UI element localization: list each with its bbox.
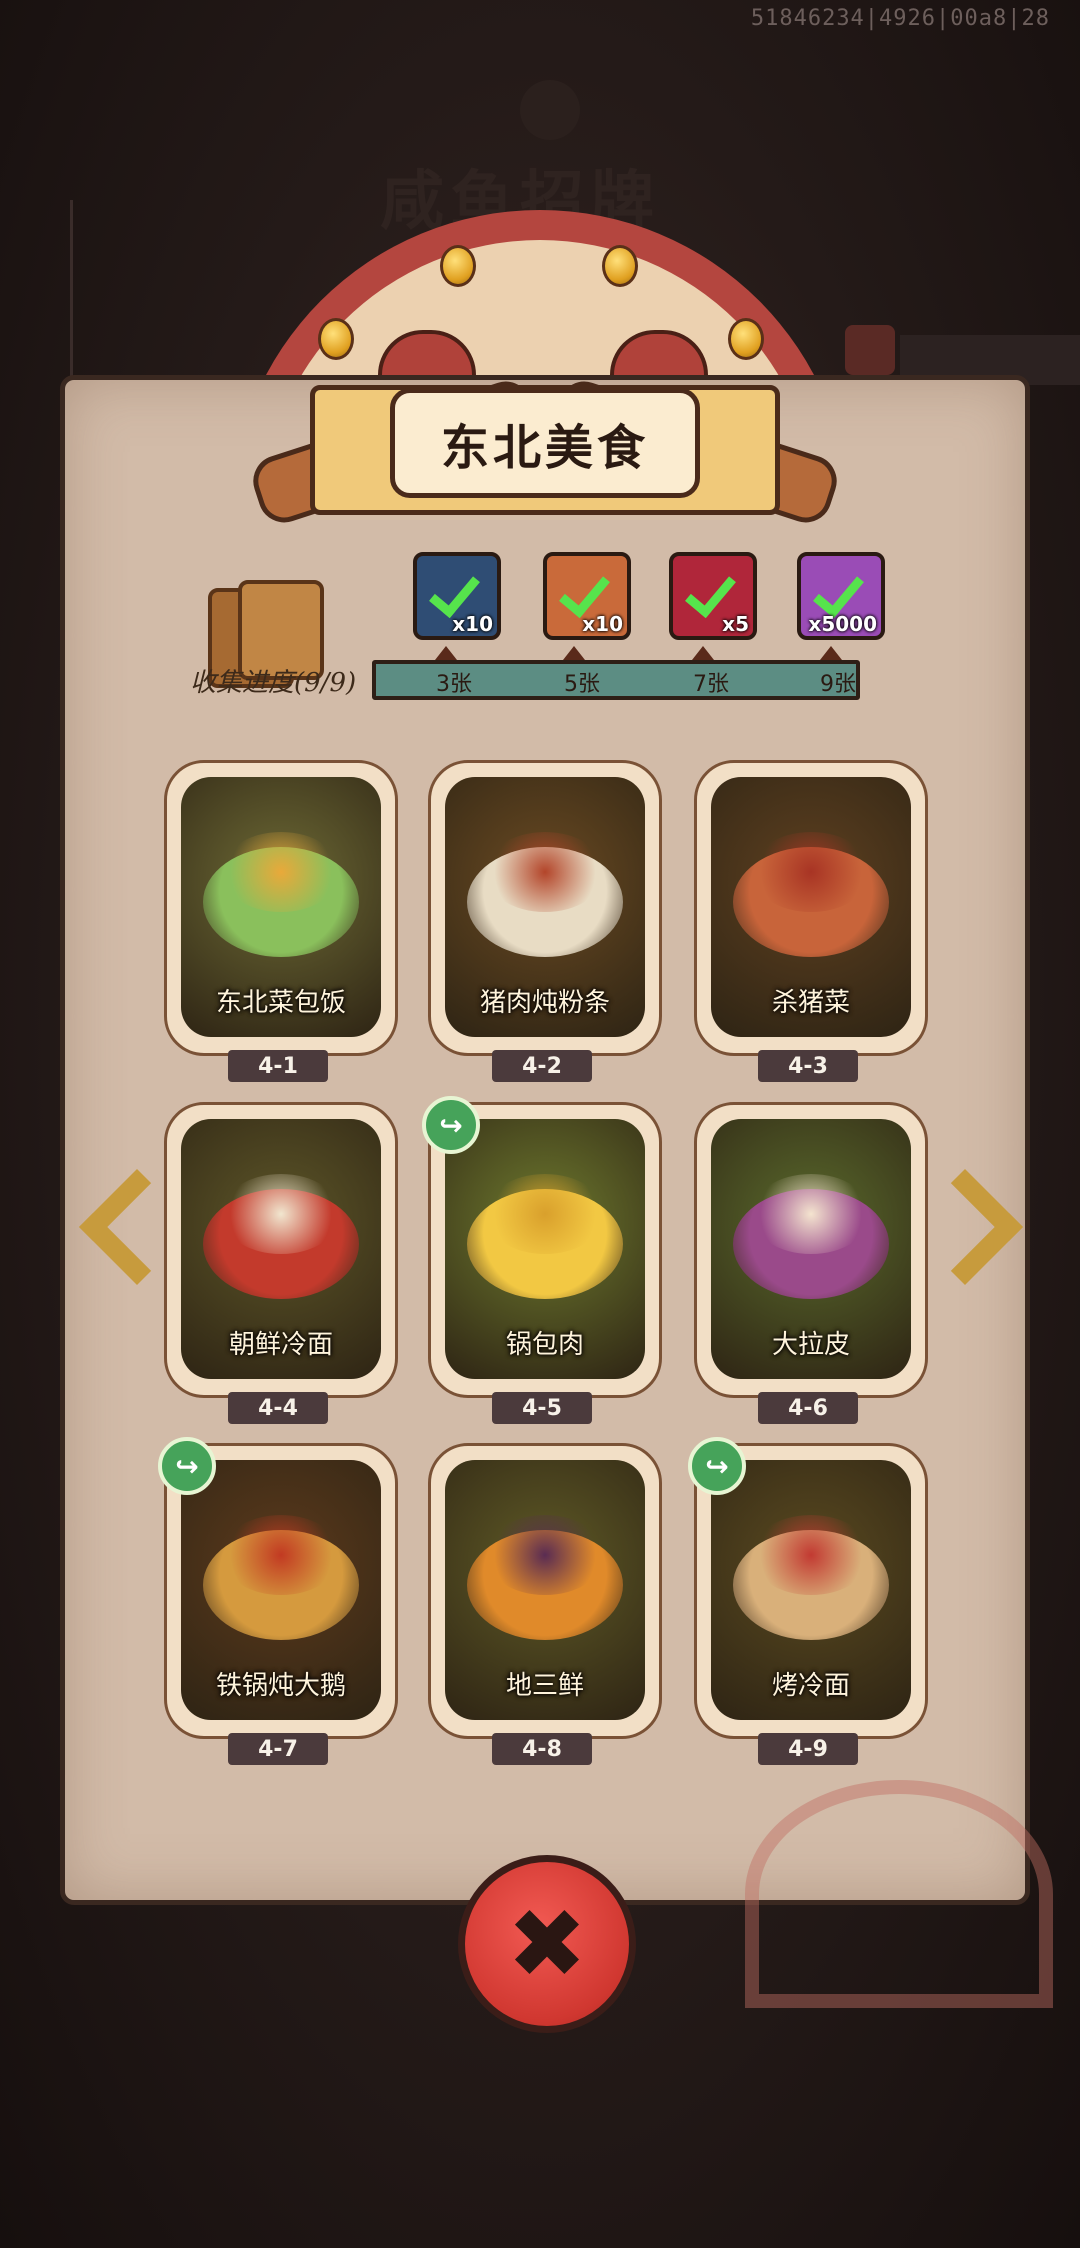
dish-image: 铁锅炖大鹅 (181, 1460, 381, 1720)
dish-topping (221, 832, 341, 912)
dish-topping (221, 1174, 341, 1254)
share-button[interactable]: ↪ (158, 1437, 216, 1495)
dish-card[interactable]: 地三鲜 (428, 1443, 662, 1739)
dish-name: 铁锅炖大鹅 (215, 1671, 346, 1701)
reward-slot[interactable]: x5000 (797, 552, 885, 640)
dish-card[interactable]: 东北菜包饭 (164, 760, 398, 1056)
dish-name: 大拉皮 (771, 1330, 850, 1360)
dish-name: 朝鲜冷面 (228, 1330, 333, 1360)
dish-image: 东北菜包饭 (181, 777, 381, 1037)
share-button[interactable]: ↪ (688, 1437, 746, 1495)
dish-code-label: 4-6 (758, 1392, 858, 1424)
background-badge (520, 80, 580, 140)
dish-topping (751, 1515, 871, 1595)
dish-name: 杀猪菜 (771, 988, 850, 1018)
dish-code-label: 4-9 (758, 1733, 858, 1765)
wheel-stud (318, 318, 354, 360)
dish-image: 杀猪菜 (711, 777, 911, 1037)
milestone-label: 5张 (564, 672, 600, 697)
dish-topping (751, 1174, 871, 1254)
title-plate: 东北美食 (390, 388, 700, 498)
milestone-label: 9张 (820, 672, 856, 697)
reward-slot[interactable]: x5 (669, 552, 757, 640)
dish-name: 东北菜包饭 (215, 988, 346, 1018)
wheel-stud (728, 318, 764, 360)
milestone-marker (692, 646, 714, 660)
prev-page-button[interactable] (72, 1168, 195, 1285)
reward-count: x10 (452, 612, 493, 636)
dish-card[interactable]: 朝鲜冷面 (164, 1102, 398, 1398)
dish-topping (485, 1174, 605, 1254)
milestone-label: 3张 (436, 672, 472, 697)
reward-slot[interactable]: x10 (543, 552, 631, 640)
dish-code-label: 4-5 (492, 1392, 592, 1424)
reward-count: x5 (722, 612, 749, 636)
milestone-marker (435, 646, 457, 660)
dish-card[interactable]: 大拉皮 (694, 1102, 928, 1398)
reward-slot[interactable]: x10 (413, 552, 501, 640)
dish-topping (221, 1515, 341, 1595)
dish-name: 锅包肉 (505, 1330, 584, 1360)
dish-code-label: 4-4 (228, 1392, 328, 1424)
dish-image: 烤冷面 (711, 1460, 911, 1720)
dish-image: 朝鲜冷面 (181, 1119, 381, 1379)
wheel-stud (440, 245, 476, 287)
reward-count: x5000 (808, 612, 877, 636)
milestone-marker (563, 646, 585, 660)
dish-image: 大拉皮 (711, 1119, 911, 1379)
background-chest-icon (845, 325, 895, 375)
dish-image: 猪肉炖粉条 (445, 777, 645, 1037)
dish-code-label: 4-3 (758, 1050, 858, 1082)
reward-count: x10 (582, 612, 623, 636)
dish-image: 锅包肉 (445, 1119, 645, 1379)
dish-card[interactable]: 杀猪菜 (694, 760, 928, 1056)
dish-image: 地三鲜 (445, 1460, 645, 1720)
wheel-stud (602, 245, 638, 287)
panel-title: 东北美食 (440, 420, 649, 476)
share-icon: ↪ (175, 1449, 199, 1483)
build-id: 51846234|4926|00a8|28 (750, 6, 1050, 31)
next-page-button[interactable] (907, 1168, 1023, 1285)
dish-name: 地三鲜 (505, 1671, 584, 1701)
dish-code-label: 4-1 (228, 1050, 328, 1082)
dish-topping (485, 832, 605, 912)
share-button[interactable]: ↪ (422, 1096, 480, 1154)
close-icon: ✖ (506, 1888, 588, 2000)
milestone-label: 7张 (693, 672, 729, 697)
milestone-marker (820, 646, 842, 660)
share-icon: ↪ (705, 1449, 729, 1483)
dish-topping (751, 832, 871, 912)
progress-label: 收集进度(9/9) (190, 668, 357, 698)
dish-topping (485, 1515, 605, 1595)
dish-name: 猪肉炖粉条 (479, 988, 610, 1018)
dish-code-label: 4-8 (492, 1733, 592, 1765)
close-button[interactable]: ✖ (458, 1855, 636, 2033)
panel-stamp (745, 1780, 1053, 2008)
dish-card[interactable]: 猪肉炖粉条 (428, 760, 662, 1056)
dish-name: 烤冷面 (771, 1671, 850, 1701)
dish-code-label: 4-2 (492, 1050, 592, 1082)
share-icon: ↪ (439, 1108, 463, 1142)
dish-code-label: 4-7 (228, 1733, 328, 1765)
